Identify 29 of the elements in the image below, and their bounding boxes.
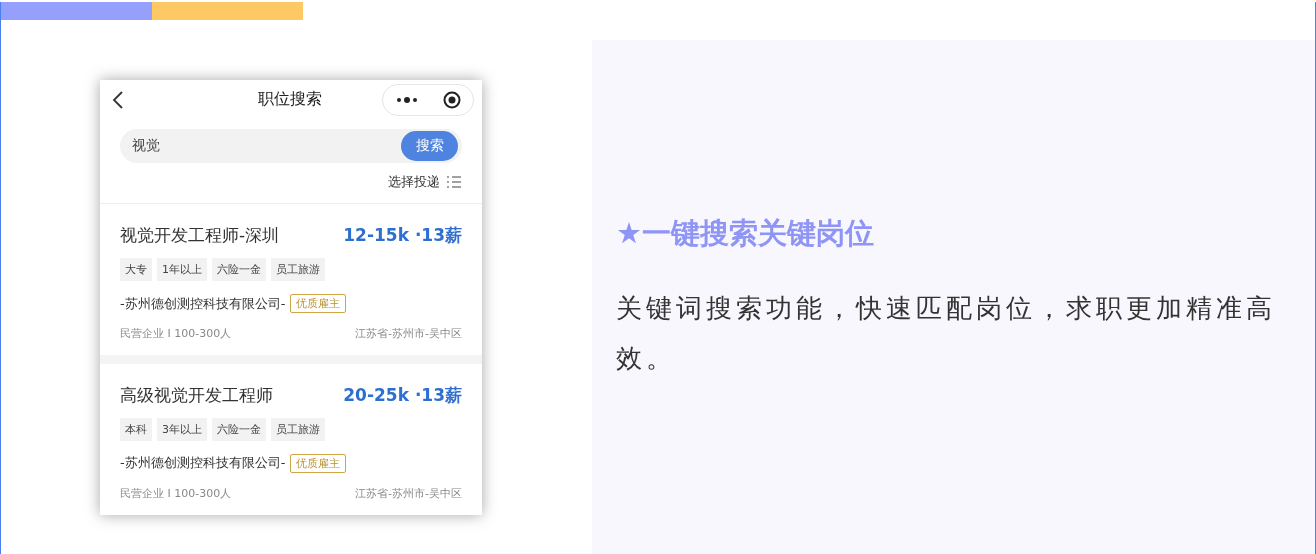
search-field[interactable]: 视觉 搜索 xyxy=(120,128,462,164)
more-icon[interactable] xyxy=(395,96,418,103)
job-tag: 员工旅游 xyxy=(271,418,325,441)
company-info: 民营企业 I 100-300人 xyxy=(120,486,232,501)
employer-badge: 优质雇主 xyxy=(290,294,347,314)
employer-badge: 优质雇主 xyxy=(290,454,347,473)
list-icon[interactable] xyxy=(446,175,462,190)
company-name: -苏州德创测控科技有限公司- xyxy=(120,294,286,313)
job-tag: 六险一金 xyxy=(212,258,266,282)
job-title[interactable]: 高级视觉开发工程师 xyxy=(120,384,273,407)
company-info: 民营企业 I 100-300人 xyxy=(120,326,232,342)
job-tag: 员工旅游 xyxy=(271,258,325,282)
feature-heading: ★一键搜索关键岗位 xyxy=(616,216,875,251)
feature-description: 关键词搜索功能，快速匹配岗位，求职更加精准高效。 xyxy=(616,291,1277,375)
job-location: 江苏省-苏州市-吴中区 xyxy=(355,326,462,342)
company-name: -苏州德创测控科技有限公司- xyxy=(120,454,286,473)
back-icon[interactable] xyxy=(112,90,124,109)
select-delivery-link[interactable]: 选择投递 xyxy=(388,173,440,192)
search-button[interactable]: 搜索 xyxy=(401,131,458,162)
job-title[interactable]: 视觉开发工程师-深圳 xyxy=(120,224,280,248)
page-title: 职位搜索 xyxy=(257,89,323,111)
salary: 20-25k ·13薪 xyxy=(343,384,462,407)
job-tag: 1年以上 xyxy=(157,258,207,282)
job-tag: 六险一金 xyxy=(212,418,266,441)
job-location: 江苏省-苏州市-吴中区 xyxy=(355,486,462,501)
job-tag: 大专 xyxy=(120,258,152,282)
job-tag: 本科 xyxy=(120,418,152,441)
salary: 12-15k ·13薪 xyxy=(343,224,462,248)
job-tag: 3年以上 xyxy=(157,418,207,441)
